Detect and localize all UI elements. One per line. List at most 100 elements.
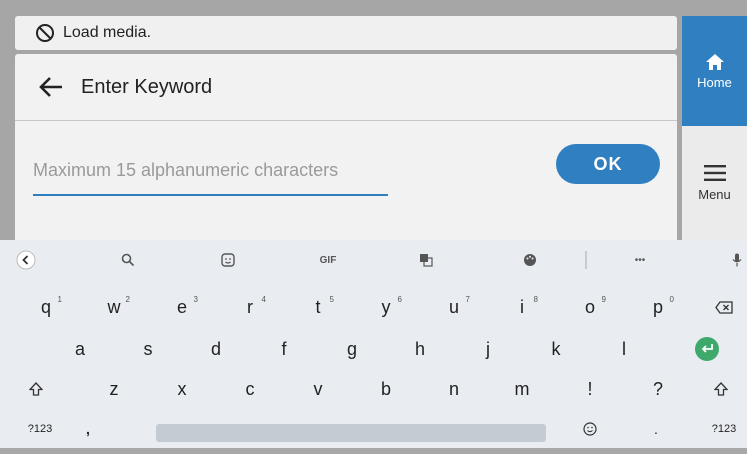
key-j[interactable]: j bbox=[470, 333, 506, 365]
key-z[interactable]: z bbox=[96, 373, 132, 405]
symbols-left-key[interactable]: ?123 bbox=[22, 416, 58, 442]
key-r[interactable]: r4 bbox=[232, 291, 268, 323]
key-x[interactable]: x bbox=[164, 373, 200, 405]
keyword-panel: Enter Keyword OK bbox=[15, 54, 677, 240]
key-v[interactable]: v bbox=[300, 373, 336, 405]
enter-icon bbox=[701, 344, 713, 353]
key-w[interactable]: w2 bbox=[96, 291, 132, 323]
gif-button[interactable]: GIF bbox=[315, 250, 341, 270]
translate-button[interactable] bbox=[416, 250, 436, 270]
shift-icon bbox=[714, 382, 728, 396]
arrow-left-icon bbox=[39, 77, 62, 97]
key-e-hint: 3 bbox=[193, 295, 198, 304]
more-options-button[interactable]: ••• bbox=[628, 250, 652, 270]
key-o-label: o bbox=[584, 296, 595, 317]
key-q[interactable]: q1 bbox=[28, 291, 64, 323]
search-tool-button[interactable] bbox=[118, 250, 138, 270]
key-r-hint: 4 bbox=[261, 295, 266, 304]
key-q-label: q bbox=[40, 296, 51, 317]
key-t-hint: 5 bbox=[329, 295, 334, 304]
key-y[interactable]: y6 bbox=[368, 291, 404, 323]
no-media-icon bbox=[35, 23, 55, 43]
key-g[interactable]: g bbox=[334, 333, 370, 365]
key-question[interactable]: ? bbox=[640, 373, 676, 405]
key-i-hint: 8 bbox=[533, 295, 538, 304]
menu-label: Menu bbox=[698, 186, 731, 202]
key-y-hint: 6 bbox=[397, 295, 402, 304]
key-w-hint: 2 bbox=[125, 295, 130, 304]
sticker-icon bbox=[221, 253, 235, 267]
key-n[interactable]: n bbox=[436, 373, 472, 405]
key-comma[interactable]: , bbox=[78, 416, 98, 442]
back-button[interactable] bbox=[37, 73, 65, 101]
keyboard-row-4: ?123 , . ?123 bbox=[0, 416, 747, 454]
hamburger-icon bbox=[703, 164, 726, 181]
key-exclamation[interactable]: ! bbox=[572, 373, 608, 405]
key-o-hint: 9 bbox=[601, 295, 606, 304]
key-c[interactable]: c bbox=[232, 373, 268, 405]
key-e[interactable]: e3 bbox=[164, 291, 200, 323]
backspace-key[interactable] bbox=[706, 291, 742, 323]
smiley-icon bbox=[583, 422, 597, 436]
keyboard-row-3: z x c v b n m ! ? bbox=[0, 373, 747, 411]
key-q-hint: 1 bbox=[57, 295, 62, 304]
home-icon bbox=[705, 53, 724, 70]
ok-button[interactable]: OK bbox=[556, 144, 660, 184]
key-l[interactable]: l bbox=[606, 333, 642, 365]
key-p[interactable]: p0 bbox=[640, 291, 676, 323]
app-screen: Load media. Enter Keyword OK Home Menu bbox=[0, 0, 747, 240]
keyword-input[interactable] bbox=[33, 150, 388, 190]
sticker-button[interactable] bbox=[218, 250, 238, 270]
key-u[interactable]: u7 bbox=[436, 291, 472, 323]
key-i-label: i bbox=[520, 296, 524, 317]
key-w-label: w bbox=[107, 296, 121, 317]
space-bar[interactable] bbox=[156, 424, 546, 442]
enter-key[interactable] bbox=[695, 337, 719, 361]
symbols-right-key[interactable]: ?123 bbox=[706, 416, 742, 442]
search-icon bbox=[121, 253, 135, 267]
key-o[interactable]: o9 bbox=[572, 291, 608, 323]
keyboard-toolbar: GIF ••• bbox=[0, 240, 747, 280]
home-label: Home bbox=[697, 74, 732, 90]
keyboard-row-1: q1 w2 e3 r4 t5 y6 u7 i8 o9 p0 bbox=[0, 291, 747, 329]
panel-header: Enter Keyword bbox=[15, 54, 677, 121]
key-b[interactable]: b bbox=[368, 373, 404, 405]
side-nav: Home Menu bbox=[682, 16, 747, 240]
top-strip bbox=[0, 0, 747, 14]
page-title: Enter Keyword bbox=[81, 75, 213, 98]
collapse-toolbar-button[interactable] bbox=[16, 250, 36, 270]
key-i[interactable]: i8 bbox=[504, 291, 540, 323]
keyboard-row-2: a s d f g h j k l bbox=[0, 333, 747, 371]
status-text: Load media. bbox=[63, 24, 152, 41]
palette-icon bbox=[524, 254, 536, 266]
key-k[interactable]: k bbox=[538, 333, 574, 365]
home-button[interactable]: Home bbox=[682, 16, 747, 126]
key-d[interactable]: d bbox=[198, 333, 234, 365]
toolbar-divider bbox=[585, 251, 587, 269]
status-bar: Load media. bbox=[15, 16, 677, 50]
shift-right-key[interactable] bbox=[707, 373, 735, 405]
theme-button[interactable] bbox=[520, 250, 540, 270]
backspace-icon bbox=[715, 300, 733, 314]
key-r-label: r bbox=[247, 296, 253, 317]
key-u-label: u bbox=[448, 296, 459, 317]
menu-button[interactable]: Menu bbox=[682, 126, 747, 240]
voice-input-button[interactable] bbox=[730, 250, 744, 270]
key-p-hint: 0 bbox=[669, 295, 674, 304]
key-m[interactable]: m bbox=[504, 373, 540, 405]
key-p-label: p bbox=[652, 296, 663, 317]
shift-icon bbox=[29, 382, 43, 396]
keyword-field[interactable] bbox=[33, 150, 388, 196]
key-e-label: e bbox=[176, 296, 187, 317]
key-t[interactable]: t5 bbox=[300, 291, 336, 323]
microphone-icon bbox=[732, 253, 742, 267]
emoji-key[interactable] bbox=[578, 416, 602, 442]
key-period[interactable]: . bbox=[646, 416, 666, 442]
key-f[interactable]: f bbox=[266, 333, 302, 365]
key-y-label: y bbox=[381, 296, 391, 317]
translate-icon bbox=[420, 254, 433, 267]
key-s[interactable]: s bbox=[130, 333, 166, 365]
key-a[interactable]: a bbox=[62, 333, 98, 365]
shift-left-key[interactable] bbox=[22, 373, 50, 405]
key-h[interactable]: h bbox=[402, 333, 438, 365]
